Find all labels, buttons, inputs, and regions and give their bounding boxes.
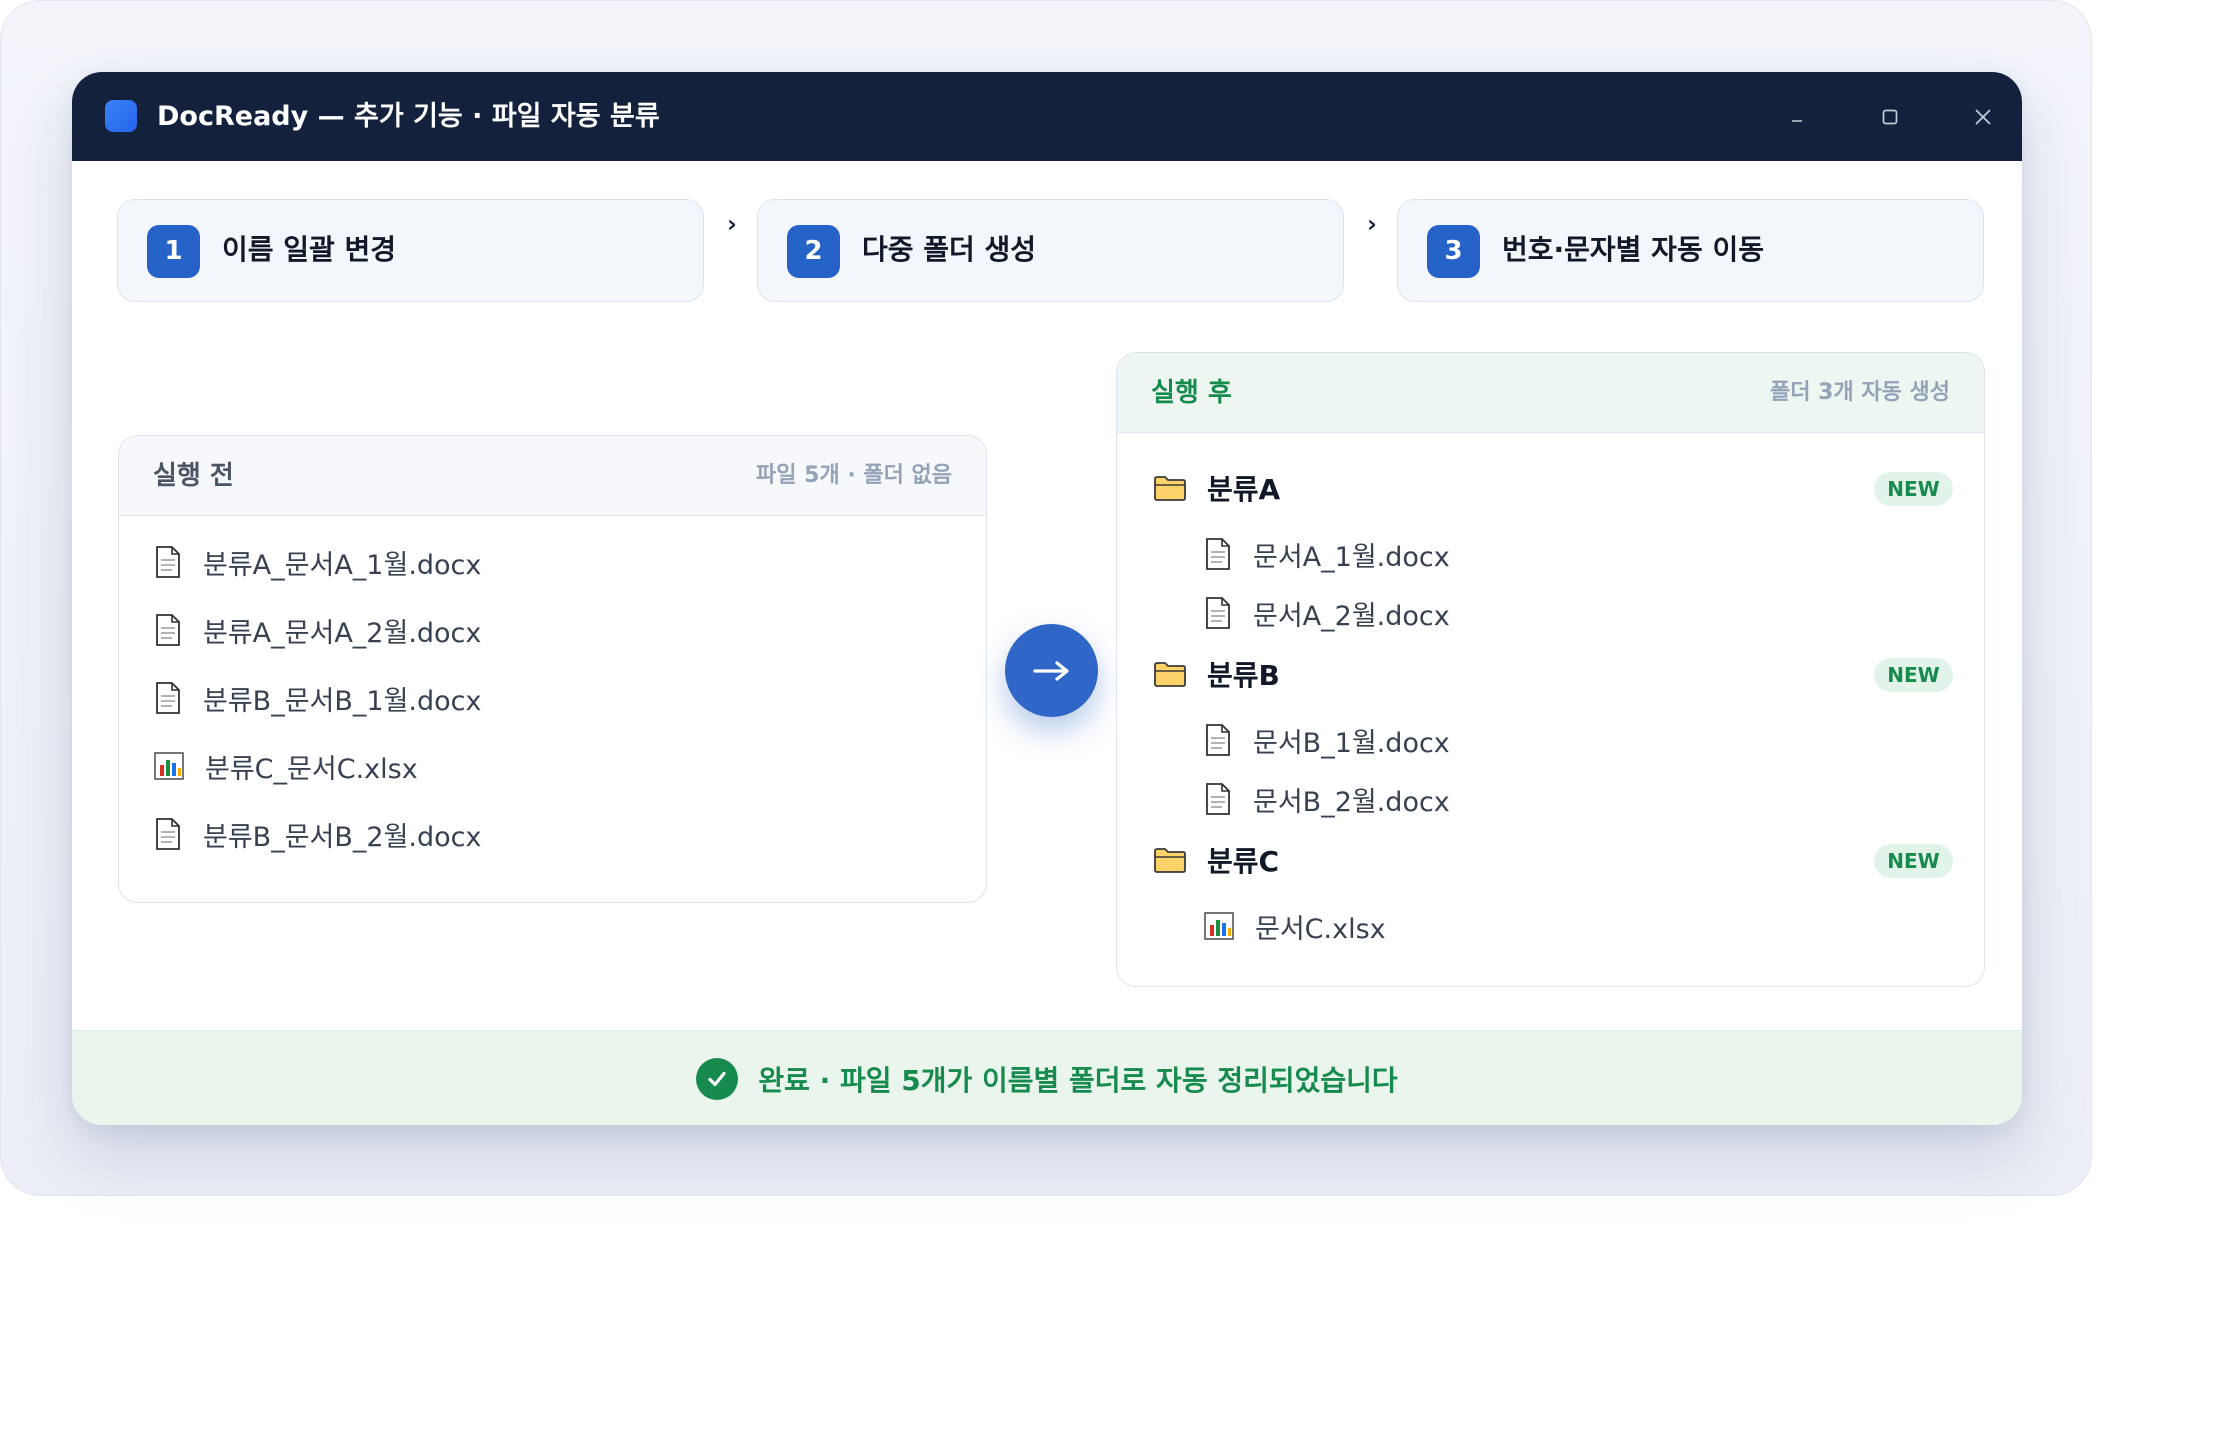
folder-icon: [1154, 476, 1186, 501]
file-name: 문서B_1월.docx: [1253, 727, 1450, 759]
after-panel-meta: 폴더 3개 자동 생성: [1770, 380, 1950, 405]
file-item[interactable]: 문서C.xlsx: [1203, 904, 1386, 948]
status-bar: 완료 · 파일 5개가 이름별 폴더로 자동 정리되었습니다: [72, 1030, 2022, 1125]
check-circle-icon: [696, 1057, 739, 1100]
close-icon[interactable]: [1960, 94, 2006, 140]
after-panel-header: 실행 후 폴더 3개 자동 생성: [1117, 353, 1984, 433]
file-item[interactable]: 분류B_문서B_2월.docx: [153, 812, 482, 856]
before-panel: 실행 전 파일 5개 · 폴더 없음 분류A_문서A_1월.docx 분류A_문…: [118, 435, 987, 903]
file-item[interactable]: 문서B_1월.docx: [1203, 718, 1450, 762]
document-icon: [1206, 724, 1230, 756]
app-logo-icon: [105, 100, 137, 132]
maximize-icon[interactable]: [1867, 94, 1913, 140]
step-rename[interactable]: 1 이름 일괄 변경: [117, 199, 704, 302]
file-item[interactable]: 분류A_문서A_2월.docx: [153, 608, 481, 652]
status-text: 완료 · 파일 5개가 이름별 폴더로 자동 정리되었습니다: [758, 1063, 1398, 1097]
folder-item[interactable]: 분류C NEW: [1153, 838, 1953, 882]
spreadsheet-icon: [154, 752, 184, 780]
step-number: 1: [147, 225, 200, 278]
folder-name: 분류B: [1207, 659, 1280, 692]
after-panel-title: 실행 후: [1151, 378, 1232, 408]
file-name: 문서A_2월.docx: [1253, 600, 1450, 632]
minimize-icon[interactable]: [1774, 94, 1820, 140]
step-label: 번호·문자별 자동 이동: [1502, 233, 1764, 266]
title-bar: DocReady — 추가 기능 · 파일 자동 분류: [72, 72, 2022, 161]
folder-item[interactable]: 분류A NEW: [1153, 466, 1953, 510]
file-name: 문서B_2월.docx: [1253, 786, 1450, 818]
chevron-right-icon: ›: [1367, 210, 1377, 238]
document-icon: [1206, 538, 1230, 570]
folder-name: 분류C: [1207, 845, 1280, 878]
folder-icon: [1154, 662, 1186, 687]
after-panel: 실행 후 폴더 3개 자동 생성 분류A NEW 문서A_1월.docx 문서A…: [1116, 352, 1985, 987]
chevron-right-icon: ›: [727, 210, 737, 238]
file-item[interactable]: 문서A_2월.docx: [1203, 591, 1450, 635]
run-arrow-button[interactable]: [1005, 624, 1098, 717]
file-item[interactable]: 분류C_문서C.xlsx: [153, 744, 418, 788]
document-icon: [156, 614, 180, 646]
new-badge: NEW: [1874, 658, 1953, 692]
step-auto-move[interactable]: 3 번호·문자별 자동 이동: [1397, 199, 1984, 302]
step-label: 다중 폴더 생성: [862, 233, 1037, 266]
document-icon: [156, 546, 180, 578]
file-item[interactable]: 분류B_문서B_1월.docx: [153, 676, 482, 720]
folder-item[interactable]: 분류B NEW: [1153, 652, 1953, 696]
app-window: DocReady — 추가 기능 · 파일 자동 분류 1 이름 일괄 변경 ›…: [72, 72, 2022, 1125]
step-number: 3: [1427, 225, 1480, 278]
new-badge: NEW: [1874, 844, 1953, 878]
file-name: 문서A_1월.docx: [1253, 541, 1450, 573]
before-panel-header: 실행 전 파일 5개 · 폴더 없음: [119, 436, 986, 516]
folder-icon: [1154, 848, 1186, 873]
spreadsheet-icon: [1204, 912, 1234, 940]
step-number: 2: [787, 225, 840, 278]
before-panel-meta: 파일 5개 · 폴더 없음: [756, 463, 952, 488]
file-name: 분류A_문서A_2월.docx: [203, 617, 482, 649]
file-name: 분류A_문서A_1월.docx: [203, 549, 482, 581]
document-icon: [156, 818, 180, 850]
document-icon: [1206, 597, 1230, 629]
new-badge: NEW: [1874, 472, 1953, 506]
file-name: 분류B_문서B_1월.docx: [203, 685, 482, 717]
window-title: DocReady — 추가 기능 · 파일 자동 분류: [157, 101, 660, 132]
file-name: 분류B_문서B_2월.docx: [203, 821, 482, 853]
file-item[interactable]: 문서B_2월.docx: [1203, 777, 1450, 821]
file-name: 분류C_문서C.xlsx: [205, 753, 418, 785]
folder-name: 분류A: [1207, 473, 1281, 506]
file-item[interactable]: 문서A_1월.docx: [1203, 532, 1450, 576]
file-item[interactable]: 분류A_문서A_1월.docx: [153, 540, 481, 584]
arrow-right-icon: [1032, 660, 1069, 681]
document-icon: [156, 682, 180, 714]
document-icon: [1206, 783, 1230, 815]
before-panel-title: 실행 전: [153, 461, 234, 491]
step-create-folders[interactable]: 2 다중 폴더 생성: [757, 199, 1344, 302]
status-message: 완료 · 파일 5개가 이름별 폴더로 자동 정리되었습니다: [72, 1031, 2022, 1125]
file-name: 문서C.xlsx: [1255, 913, 1386, 945]
step-label: 이름 일괄 변경: [222, 233, 397, 266]
